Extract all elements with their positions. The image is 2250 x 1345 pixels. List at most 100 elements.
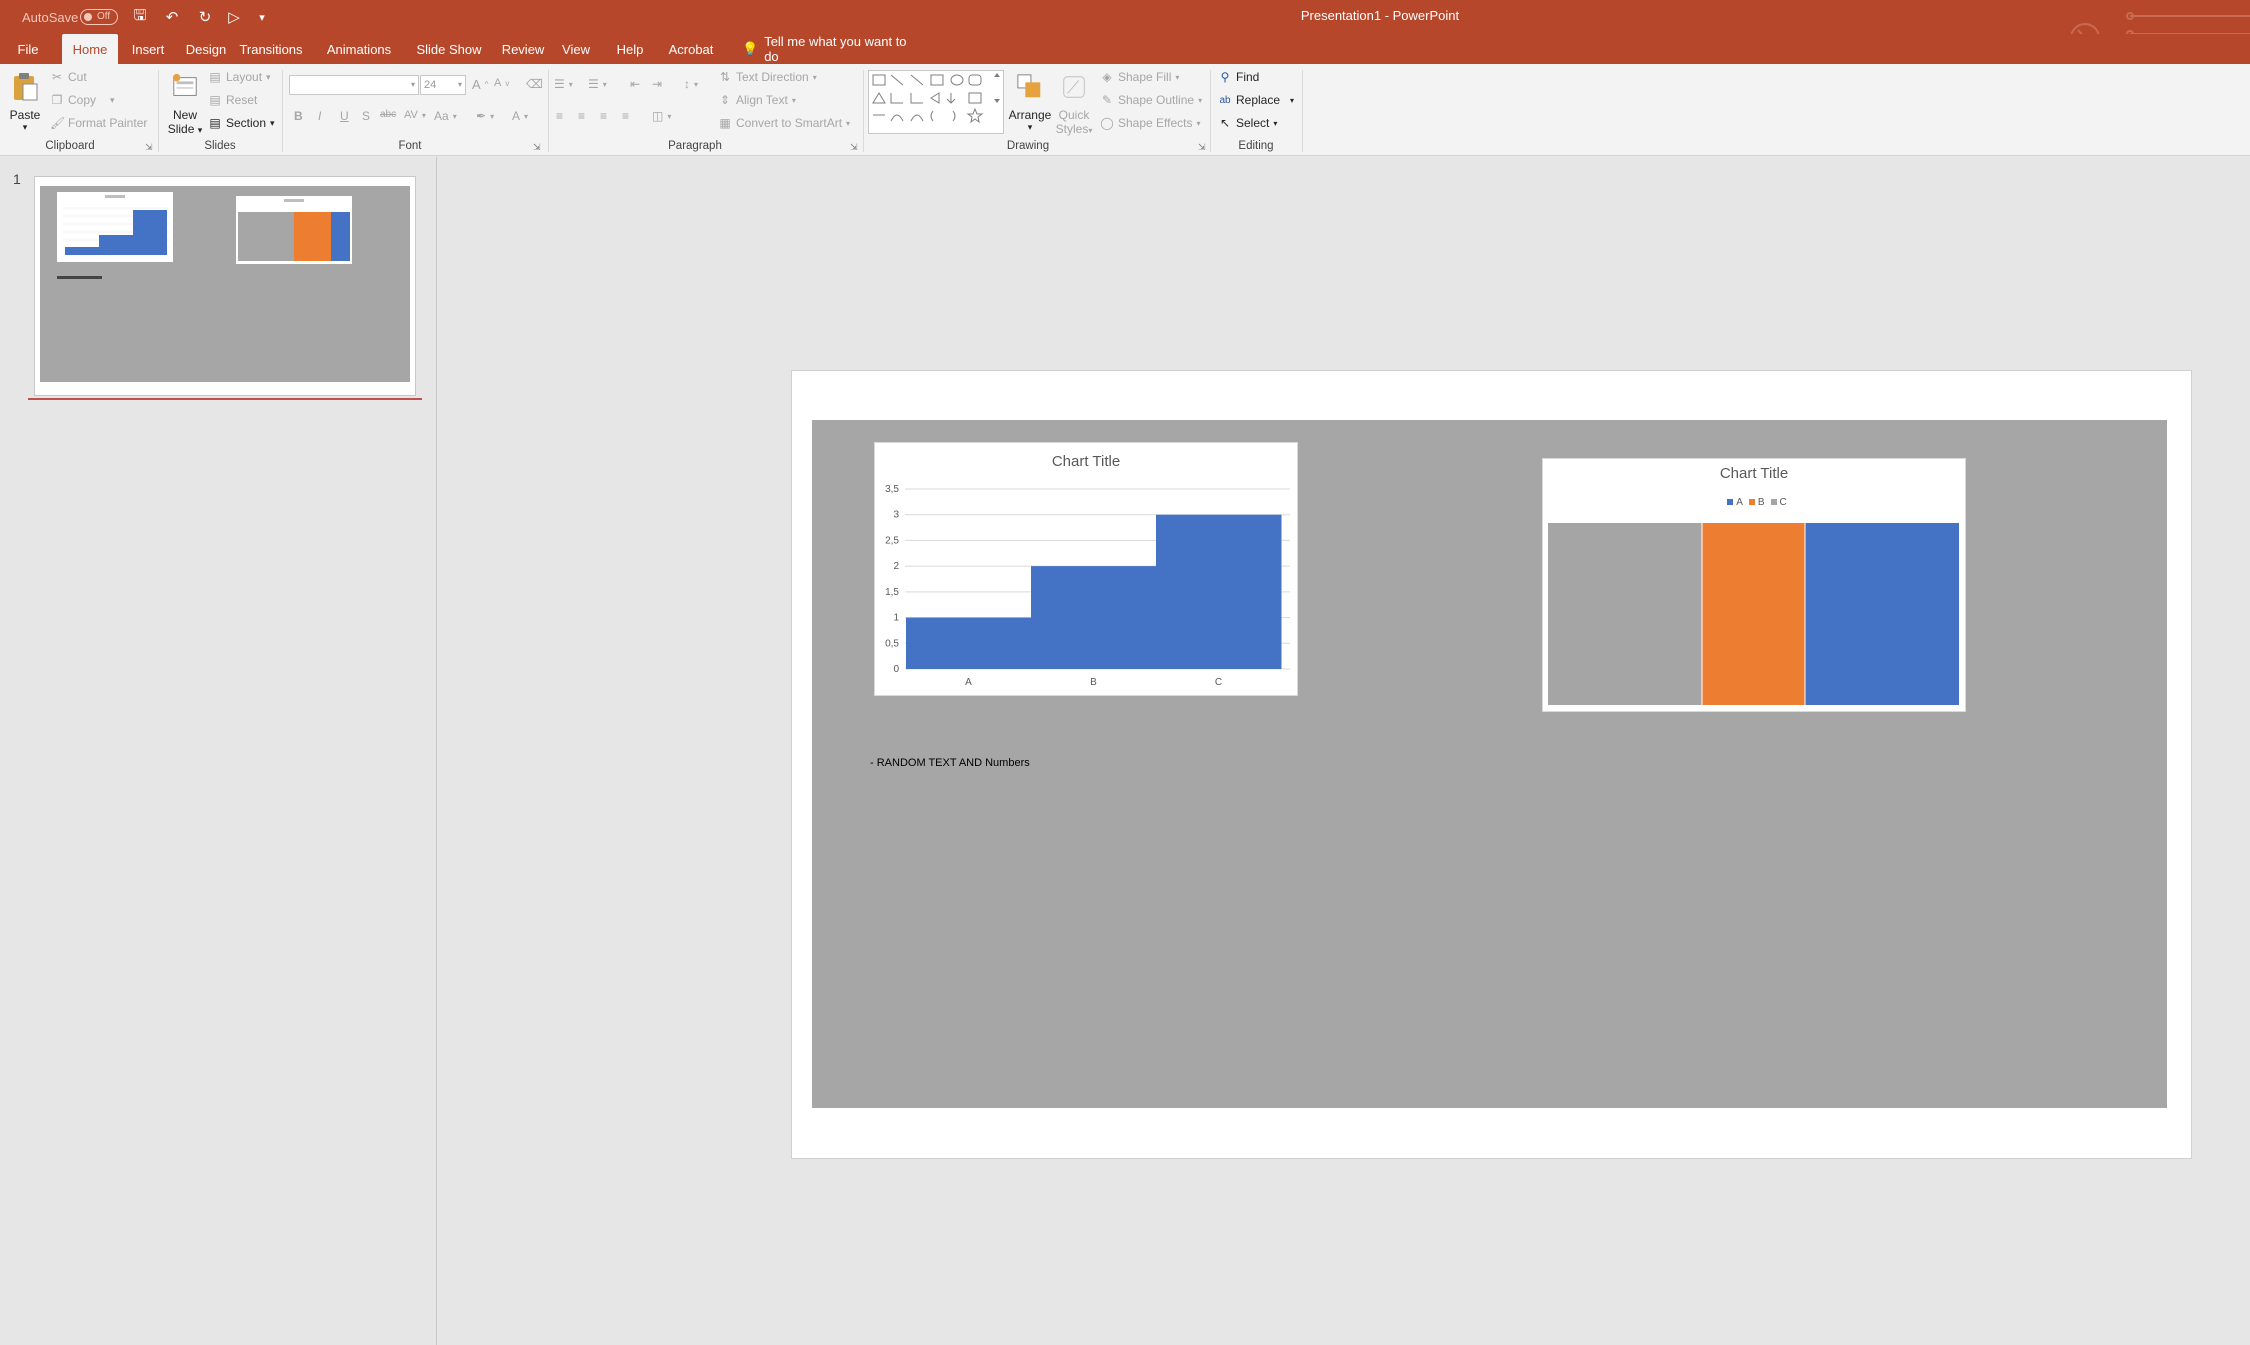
select-button[interactable]: ↖ Select ▾ (1218, 116, 1277, 130)
shapes-gallery[interactable] (868, 70, 1004, 134)
save-icon[interactable]: 🖫 (128, 6, 152, 28)
bar-segment (1702, 523, 1805, 705)
slide-thumbnail[interactable] (34, 176, 416, 396)
area-chart[interactable]: Chart Title 0 0,5 1 1,5 2 2,5 3 3,5 A B C (874, 442, 1298, 696)
align-text-button[interactable]: ⇕ Align Text ▾ (718, 93, 796, 107)
paste-button[interactable]: Paste ▾ (8, 72, 42, 133)
tab-design[interactable]: Design (181, 34, 231, 64)
clear-formatting-icon[interactable]: ⌫ (526, 77, 543, 91)
italic-icon[interactable]: I (318, 109, 321, 123)
start-from-beginning-icon[interactable]: ▷ (222, 6, 246, 28)
highlight-icon[interactable]: ✒ ▾ (476, 109, 494, 123)
font-name-field[interactable]: ▾ (289, 75, 419, 95)
copy-icon: ❐ (51, 93, 63, 107)
thumbnail-chart-1 (57, 192, 173, 262)
undo-icon[interactable]: ↶ (160, 6, 184, 28)
decrease-font-size-icon[interactable]: Av (494, 77, 509, 89)
align-text-icon: ⇕ (719, 93, 731, 107)
font-size-field[interactable]: 24 ▾ (420, 75, 466, 95)
cut-button[interactable]: ✂ Cut (50, 70, 87, 84)
line-spacing-icon[interactable]: ↕ ▾ (684, 77, 698, 91)
format-painter-button[interactable]: 🖌 Format Painter (50, 116, 147, 130)
tab-help[interactable]: Help (606, 34, 654, 64)
clipboard-group-label: Clipboard (45, 140, 95, 152)
ribbon-home: Paste ▾ ✂ Cut ❐ Copy ▾ 🖌 Format Painter Clip… (0, 64, 2250, 156)
x-tick-label: A (965, 677, 972, 688)
reset-button[interactable]: ▤ Reset (208, 93, 257, 107)
tab-acrobat[interactable]: Acrobat (660, 34, 722, 64)
shape-effects-icon: ◯ (1100, 116, 1114, 130)
paragraph-launcher-icon[interactable]: ⇲ (850, 142, 858, 153)
tab-transitions[interactable]: Transitions (236, 34, 306, 64)
numbering-icon[interactable]: ☰ ▾ (588, 77, 607, 91)
replace-button[interactable]: ab Replace ▾ (1218, 93, 1294, 107)
increase-indent-icon[interactable]: ⇥ (652, 77, 662, 91)
tell-me-box[interactable]: 💡 Tell me what you want to do (742, 34, 922, 64)
layout-icon: ▤ (209, 70, 221, 84)
tab-home[interactable]: Home (62, 34, 118, 64)
justify-icon[interactable]: ≡ (622, 109, 629, 123)
bullets-icon[interactable]: ☰ ▾ (554, 77, 573, 91)
font-color-icon[interactable]: A ▾ (512, 109, 528, 123)
new-slide-icon (172, 73, 197, 96)
section-button[interactable]: ▤ Section ▾ (208, 116, 274, 130)
clipboard-launcher-icon[interactable]: ⇲ (145, 142, 153, 153)
bar-segment (1548, 523, 1702, 705)
area-segment (906, 617, 1032, 669)
increase-font-size-icon[interactable]: A ^ (472, 77, 488, 92)
arrange-button[interactable]: Arrange ▾ (1008, 72, 1052, 133)
change-case-icon[interactable]: Aa ▾ (434, 109, 457, 123)
tab-insert[interactable]: Insert (128, 34, 168, 64)
tab-file[interactable]: File (14, 34, 42, 64)
shape-fill-button[interactable]: ◈ Shape Fill ▾ (1100, 70, 1179, 84)
text-direction-button[interactable]: ⇅ Text Direction ▾ (718, 70, 817, 84)
character-spacing-icon[interactable]: AV ▾ (404, 109, 426, 121)
tab-view[interactable]: View (556, 34, 596, 64)
area-chart-plot: 0 0,5 1 1,5 2 2,5 3 3,5 A B C (885, 484, 1290, 688)
insertion-marker (28, 398, 422, 400)
decrease-indent-icon[interactable]: ⇤ (630, 77, 640, 91)
font-launcher-icon[interactable]: ⇲ (533, 142, 541, 153)
shadow-icon[interactable]: S (362, 109, 370, 123)
align-right-icon[interactable]: ≡ (600, 109, 607, 123)
area-segment (1031, 566, 1157, 669)
slide-text-box[interactable]: - RANDOM TEXT AND Numbers (870, 757, 1030, 769)
copy-button[interactable]: ❐ Copy ▾ (50, 93, 115, 107)
bar-chart[interactable]: Chart Title ABC (1542, 458, 1966, 712)
layout-button[interactable]: ▤ Layout ▾ (208, 70, 270, 84)
tab-review[interactable]: Review (496, 34, 550, 64)
bar-chart-plot (1548, 523, 1959, 705)
arrange-icon (1017, 74, 1041, 98)
slide-canvas[interactable]: Chart Title 0 0,5 1 1,5 2 2,5 3 3,5 A B C Chart Ti… (791, 370, 2192, 1159)
align-left-icon[interactable]: ≡ (556, 109, 563, 123)
x-tick-label: B (1090, 677, 1097, 688)
bold-icon[interactable]: B (294, 109, 303, 123)
separator (548, 70, 549, 152)
separator (1302, 70, 1303, 152)
slide-thumbnail-panel[interactable]: 1 (0, 157, 437, 1345)
shape-outline-button[interactable]: ✎ Shape Outline ▾ (1100, 93, 1202, 107)
shapes-gallery-icon (872, 73, 1000, 124)
tab-animations[interactable]: Animations (321, 34, 397, 64)
area-segment (1156, 514, 1282, 669)
new-slide-button[interactable]: New Slide ▾ (165, 72, 205, 136)
tab-slide-show[interactable]: Slide Show (411, 34, 487, 64)
shape-effects-button[interactable]: ◯ Shape Effects ▾ (1100, 116, 1200, 130)
font-group-label: Font (398, 140, 422, 152)
editing-group-label: Editing (1238, 140, 1274, 152)
quick-styles-button[interactable]: Quick Styles▾ (1054, 72, 1094, 136)
strikethrough-icon[interactable]: abc (380, 109, 396, 120)
find-button[interactable]: ⚲ Find (1218, 70, 1260, 84)
drawing-launcher-icon[interactable]: ⇲ (1198, 142, 1206, 153)
paintbrush-icon: 🖌 (50, 116, 66, 130)
slides-group-label: Slides (204, 140, 236, 152)
convert-smartart-button[interactable]: ▦ Convert to SmartArt ▾ (718, 116, 850, 130)
y-tick-label: 3,5 (885, 484, 899, 495)
pen-icon: ✎ (1101, 93, 1113, 107)
underline-icon[interactable]: U (340, 109, 349, 123)
align-center-icon[interactable]: ≡ (578, 109, 585, 123)
customize-qat-icon[interactable]: ▾ (250, 6, 274, 28)
columns-icon[interactable]: ◫ ▾ (652, 109, 671, 123)
autosave-toggle[interactable]: Off (80, 6, 118, 28)
redo-icon[interactable]: ↻ (193, 6, 217, 28)
